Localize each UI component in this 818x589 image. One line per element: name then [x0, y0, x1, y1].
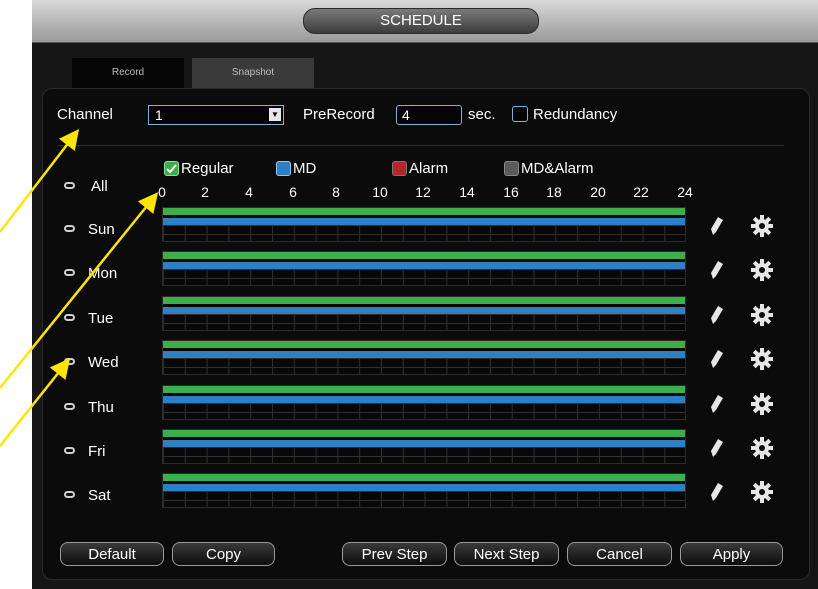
timeline-arrow: [0, 192, 159, 389]
callout-arrows: [0, 129, 159, 447]
channel-arrow: [0, 129, 80, 233]
